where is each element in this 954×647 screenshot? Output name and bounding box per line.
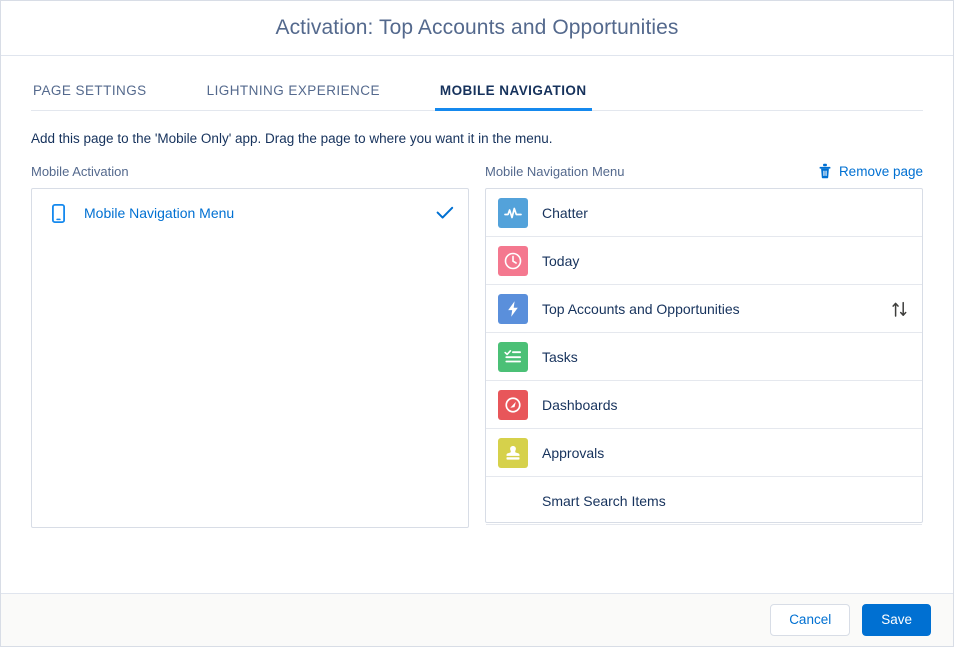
clock-icon <box>498 246 528 276</box>
lightning-bolt-icon <box>498 294 528 324</box>
nav-item-label: Tasks <box>542 349 578 365</box>
mobile-phone-icon <box>52 204 78 223</box>
mobile-navigation-menu-panel: Chatter Today <box>485 188 923 523</box>
nav-item-label: Dashboards <box>542 397 618 413</box>
instruction-text: Add this page to the 'Mobile Only' app. … <box>31 111 923 152</box>
nav-item-label: Smart Search Items <box>542 493 666 509</box>
check-icon <box>436 206 454 220</box>
panels-container: Mobile Activation Mobile Navigation Menu <box>31 160 923 528</box>
mobile-navigation-menu-column: Mobile Navigation Menu Remove page <box>485 160 923 528</box>
nav-item-dashboards[interactable]: Dashboards <box>486 381 922 429</box>
drag-reorder-icon[interactable] <box>891 300 908 318</box>
modal-body: PAGE SETTINGS LIGHTNING EXPERIENCE MOBIL… <box>1 56 953 593</box>
mobile-navigation-menu-label: Mobile Navigation Menu <box>485 164 624 179</box>
activation-modal: Activation: Top Accounts and Opportuniti… <box>0 0 954 647</box>
nav-item-label: Today <box>542 253 579 269</box>
trash-icon <box>818 163 832 179</box>
gauge-icon <box>498 390 528 420</box>
page-title: Activation: Top Accounts and Opportuniti… <box>275 15 678 40</box>
mobile-activation-label: Mobile Activation <box>31 164 129 179</box>
nav-item-label: Chatter <box>542 205 588 221</box>
nav-drop-zone-row <box>486 525 922 573</box>
cancel-button[interactable]: Cancel <box>770 604 850 636</box>
stamp-icon <box>498 438 528 468</box>
remove-page-label: Remove page <box>839 164 923 179</box>
mobile-activation-column: Mobile Activation Mobile Navigation Menu <box>31 160 469 528</box>
save-button[interactable]: Save <box>862 604 931 636</box>
modal-footer: Cancel Save <box>1 593 953 646</box>
nav-item-today[interactable]: Today <box>486 237 922 285</box>
nav-item-top-accounts-and-opportunities[interactable]: Top Accounts and Opportunities <box>486 285 922 333</box>
mobile-activation-header: Mobile Activation <box>31 160 469 182</box>
list-item-mobile-navigation-menu[interactable]: Mobile Navigation Menu <box>32 189 468 237</box>
nav-item-smart-search-items[interactable]: Smart Search Items <box>486 477 922 525</box>
tab-bar: PAGE SETTINGS LIGHTNING EXPERIENCE MOBIL… <box>31 56 923 111</box>
mobile-activation-panel: Mobile Navigation Menu <box>31 188 469 528</box>
remove-page-button[interactable]: Remove page <box>818 163 923 179</box>
mobile-navigation-menu-header: Mobile Navigation Menu Remove page <box>485 160 923 182</box>
nav-item-label: Approvals <box>542 445 604 461</box>
nav-item-chatter[interactable]: Chatter <box>486 189 922 237</box>
list-item-label: Mobile Navigation Menu <box>84 205 234 221</box>
nav-item-tasks[interactable]: Tasks <box>486 333 922 381</box>
nav-item-approvals[interactable]: Approvals <box>486 429 922 477</box>
nav-item-label: Top Accounts and Opportunities <box>542 301 740 317</box>
checklist-icon <box>498 342 528 372</box>
modal-header: Activation: Top Accounts and Opportuniti… <box>1 1 953 56</box>
tab-lightning-experience[interactable]: LIGHTNING EXPERIENCE <box>205 83 382 110</box>
tab-mobile-navigation[interactable]: MOBILE NAVIGATION <box>438 83 589 110</box>
tab-page-settings[interactable]: PAGE SETTINGS <box>31 83 149 110</box>
chatter-waveform-icon <box>498 198 528 228</box>
